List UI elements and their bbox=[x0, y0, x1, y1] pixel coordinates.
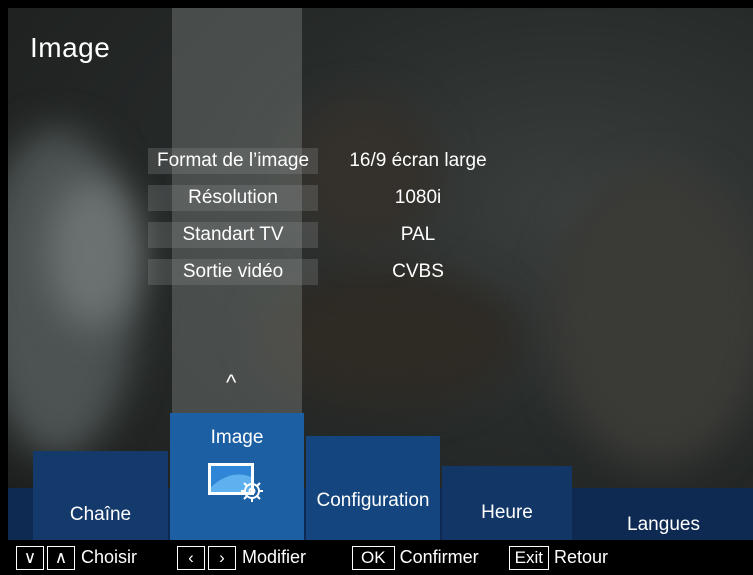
down-key-icon: ∨ bbox=[16, 545, 44, 570]
up-key-icon: ∧ bbox=[47, 545, 75, 570]
footer-key-help: ∨ ∧ Choisir ‹ › Modifier OK Confirmer Ex… bbox=[8, 540, 753, 575]
setting-label: Résolution bbox=[148, 185, 318, 211]
setting-label: Sortie vidéo bbox=[148, 259, 318, 285]
setting-row-video-output[interactable]: Sortie vidéo CVBS bbox=[148, 257, 518, 287]
exit-key-icon: Exit bbox=[508, 545, 549, 570]
background-video-detail bbox=[48, 178, 138, 328]
setting-label: Format de l’image bbox=[148, 148, 318, 174]
setting-value[interactable]: 16/9 écran large bbox=[318, 150, 518, 172]
scroll-up-icon[interactable]: ^ bbox=[226, 370, 236, 396]
tv-screen: Image Format de l’image 16/9 écran large… bbox=[0, 0, 753, 575]
menu-frame: Image Format de l’image 16/9 écran large… bbox=[8, 8, 753, 575]
setting-row-standard-tv[interactable]: Standart TV PAL bbox=[148, 220, 518, 250]
footer-choisir: ∨ ∧ Choisir bbox=[16, 545, 138, 570]
confirmer-label: Confirmer bbox=[399, 547, 479, 567]
monitor-settings-icon bbox=[206, 459, 268, 505]
left-key-icon: ‹ bbox=[177, 545, 206, 570]
tab-image[interactable]: Image bbox=[170, 413, 304, 540]
choisir-label: Choisir bbox=[81, 547, 138, 567]
modifier-label: Modifier bbox=[242, 547, 307, 567]
setting-label: Standart TV bbox=[148, 222, 318, 248]
background-video-detail bbox=[548, 168, 753, 468]
footer-retour: Exit Retour bbox=[508, 545, 608, 570]
tab-heure[interactable]: Heure bbox=[442, 466, 572, 540]
tab-image-label: Image bbox=[210, 427, 264, 448]
ok-key-icon: OK bbox=[352, 545, 395, 570]
footer-modifier: ‹ › Modifier bbox=[177, 545, 307, 570]
setting-value[interactable]: CVBS bbox=[318, 261, 518, 283]
tab-configuration[interactable]: Configuration bbox=[306, 436, 440, 540]
footer-confirmer: OK Confirmer bbox=[352, 545, 479, 570]
page-title: Image bbox=[30, 32, 111, 63]
right-key-icon: › bbox=[208, 545, 237, 570]
retour-label: Retour bbox=[553, 547, 608, 567]
setting-value[interactable]: 1080i bbox=[318, 187, 518, 209]
setting-value[interactable]: PAL bbox=[318, 224, 518, 246]
setting-row-resolution[interactable]: Résolution 1080i bbox=[148, 183, 518, 213]
tab-chaine[interactable]: Chaîne bbox=[33, 451, 168, 540]
setting-row-format[interactable]: Format de l’image 16/9 écran large bbox=[148, 146, 518, 176]
tab-langues[interactable]: Langues bbox=[574, 496, 753, 540]
